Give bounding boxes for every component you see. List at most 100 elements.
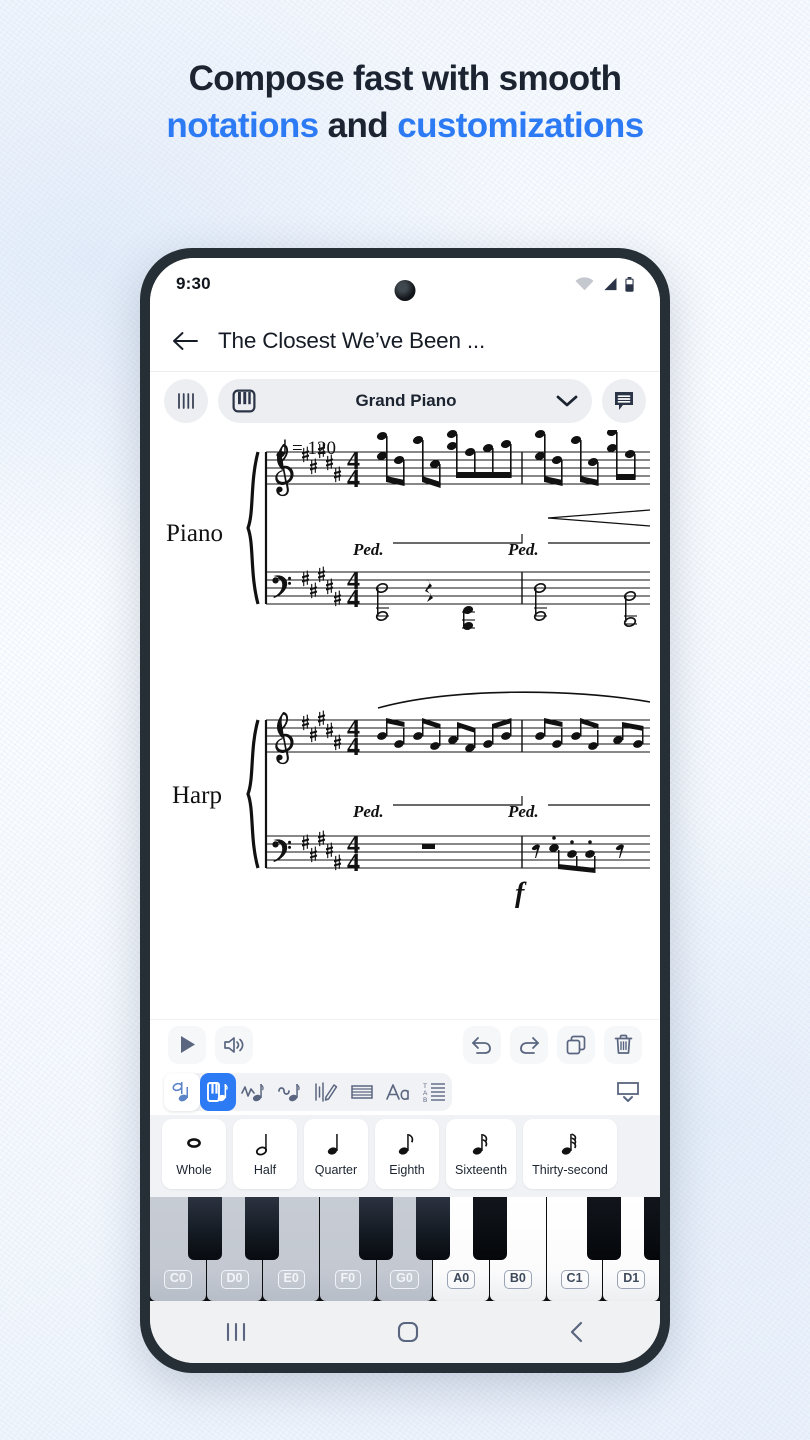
instrument-bar: Grand Piano xyxy=(150,372,660,430)
play-icon xyxy=(180,1036,195,1053)
music-notation: 4 4 4 4 4 4 4 4 xyxy=(246,430,651,877)
app-bar: The Closest We’ve Been ... xyxy=(150,310,660,372)
home-icon xyxy=(397,1321,419,1343)
key-label: F0 xyxy=(334,1270,362,1289)
hide-keyboard-button[interactable] xyxy=(610,1073,646,1111)
page-title: The Closest We’ve Been ... xyxy=(218,327,486,353)
tool-staff[interactable] xyxy=(344,1073,380,1111)
piano-key-c0[interactable]: C0 xyxy=(150,1197,207,1301)
piano-key-g0[interactable]: G0 xyxy=(376,1197,434,1301)
svg-text:4: 4 xyxy=(347,464,360,493)
copy-icon xyxy=(566,1035,586,1054)
white-keys: C0 D0 E0 F0 G0 A0 B0 C1 D1 xyxy=(150,1197,660,1301)
headline-accent-notations: notations xyxy=(166,105,319,145)
tool-dynamics[interactable] xyxy=(308,1073,344,1111)
instrument-selector[interactable]: Grand Piano xyxy=(218,379,592,423)
piano-key-e0[interactable]: E0 xyxy=(263,1197,321,1301)
ornament-note-icon xyxy=(278,1084,300,1102)
text-aa-icon xyxy=(386,1084,409,1101)
comments-button[interactable] xyxy=(602,379,646,423)
recents-icon xyxy=(227,1322,246,1342)
duration-quarter[interactable]: Quarter xyxy=(304,1119,368,1189)
svg-text:4: 4 xyxy=(347,584,360,613)
undo-icon xyxy=(472,1036,491,1054)
cellular-signal-icon xyxy=(604,277,617,291)
notation-tools-group: T A B xyxy=(164,1073,452,1111)
svg-text:B: B xyxy=(423,1097,427,1104)
duration-eighth[interactable]: Eighth xyxy=(375,1119,439,1189)
eighth-note-icon xyxy=(398,1134,414,1155)
phone-screen: 9:30 The Closest We’ve Been ... Grand Pi… xyxy=(150,258,660,1363)
score-canvas[interactable]: = 120 Piano Harp Ped. Ped. Ped. Ped. f 4… xyxy=(150,430,660,1019)
tool-note-input[interactable] xyxy=(164,1073,200,1111)
duration-label: Whole xyxy=(176,1163,212,1177)
back-chevron-icon xyxy=(570,1321,582,1343)
status-bar: 9:30 xyxy=(150,258,660,310)
copy-button[interactable] xyxy=(557,1025,595,1064)
phone-mockup: 9:30 The Closest We’ve Been ... Grand Pi… xyxy=(140,248,670,1373)
android-nav-bar xyxy=(150,1301,660,1363)
key-label: G0 xyxy=(390,1270,419,1289)
headline-line-1: Compose fast with smooth xyxy=(188,59,622,98)
quarter-note-icon xyxy=(327,1134,338,1155)
key-label: D1 xyxy=(617,1270,646,1289)
duration-thirty-second[interactable]: Thirty-second xyxy=(523,1119,617,1189)
tool-ornaments[interactable] xyxy=(272,1073,308,1111)
staff-grid-icon xyxy=(351,1085,373,1099)
tab-lines-icon: T A B xyxy=(423,1083,445,1104)
status-time: 9:30 xyxy=(176,274,211,293)
playback-toolbar xyxy=(150,1019,660,1069)
articulation-note-icon xyxy=(241,1084,264,1102)
svg-text:T: T xyxy=(423,1083,427,1090)
chevron-down-icon xyxy=(556,395,578,407)
svg-text:4: 4 xyxy=(347,848,360,877)
nav-back-button[interactable] xyxy=(567,1320,587,1344)
redo-button[interactable] xyxy=(510,1025,548,1064)
duration-label: Half xyxy=(253,1163,277,1177)
piano-keyboard[interactable]: C0 D0 E0 F0 G0 A0 B0 C1 D1 xyxy=(150,1197,660,1301)
piano-key-d0[interactable]: D0 xyxy=(206,1197,264,1301)
sixteenth-note-icon xyxy=(472,1134,488,1155)
edit-actions xyxy=(454,1025,642,1064)
tool-keyboard-notes[interactable] xyxy=(200,1073,236,1111)
thirty-second-note-icon xyxy=(561,1133,577,1155)
key-label: D0 xyxy=(220,1270,249,1289)
duration-half[interactable]: Half xyxy=(233,1119,297,1189)
note-duration-palette[interactable]: Whole Half Quarter Eighth Sixteenth Thir… xyxy=(150,1115,660,1197)
piano-key-b0[interactable]: B0 xyxy=(490,1197,547,1301)
notation-tools-row: T A B xyxy=(150,1069,660,1115)
volume-button[interactable] xyxy=(215,1025,253,1064)
nav-recents-button[interactable] xyxy=(223,1321,249,1343)
battery-icon xyxy=(625,276,634,292)
staff-lines-button[interactable] xyxy=(164,379,208,423)
instrument-name: Grand Piano xyxy=(355,391,457,410)
piano-keys-icon xyxy=(232,389,256,413)
piano-key-d1[interactable]: D1 xyxy=(603,1197,660,1301)
trash-icon xyxy=(614,1034,632,1054)
key-label: C1 xyxy=(560,1270,589,1289)
piano-key-f0[interactable]: F0 xyxy=(320,1197,377,1301)
key-label: E0 xyxy=(277,1270,305,1289)
status-icons xyxy=(575,276,634,292)
duration-sixteenth[interactable]: Sixteenth xyxy=(446,1119,517,1189)
key-label: A0 xyxy=(447,1270,476,1289)
headline-conjunction: and xyxy=(318,105,398,145)
page-headline: Compose fast with smooth notations and c… xyxy=(0,56,810,149)
wifi-icon xyxy=(575,277,594,291)
half-note-icon xyxy=(172,1082,188,1102)
piano-key-c1[interactable]: C1 xyxy=(546,1197,604,1301)
duration-whole[interactable]: Whole xyxy=(162,1119,226,1189)
key-label: B0 xyxy=(503,1270,532,1289)
back-arrow-icon[interactable] xyxy=(172,330,198,352)
nav-home-button[interactable] xyxy=(396,1320,420,1344)
play-button[interactable] xyxy=(168,1025,206,1064)
delete-button[interactable] xyxy=(604,1025,642,1064)
comment-bubble-icon xyxy=(615,392,633,410)
piano-key-a0[interactable]: A0 xyxy=(433,1197,491,1301)
tool-tab[interactable]: T A B xyxy=(416,1073,452,1111)
undo-button[interactable] xyxy=(463,1025,501,1064)
headline-accent-customizations: customizations xyxy=(397,105,644,145)
tool-articulations[interactable] xyxy=(236,1073,272,1111)
tool-text[interactable] xyxy=(380,1073,416,1111)
half-note-icon xyxy=(255,1134,268,1156)
